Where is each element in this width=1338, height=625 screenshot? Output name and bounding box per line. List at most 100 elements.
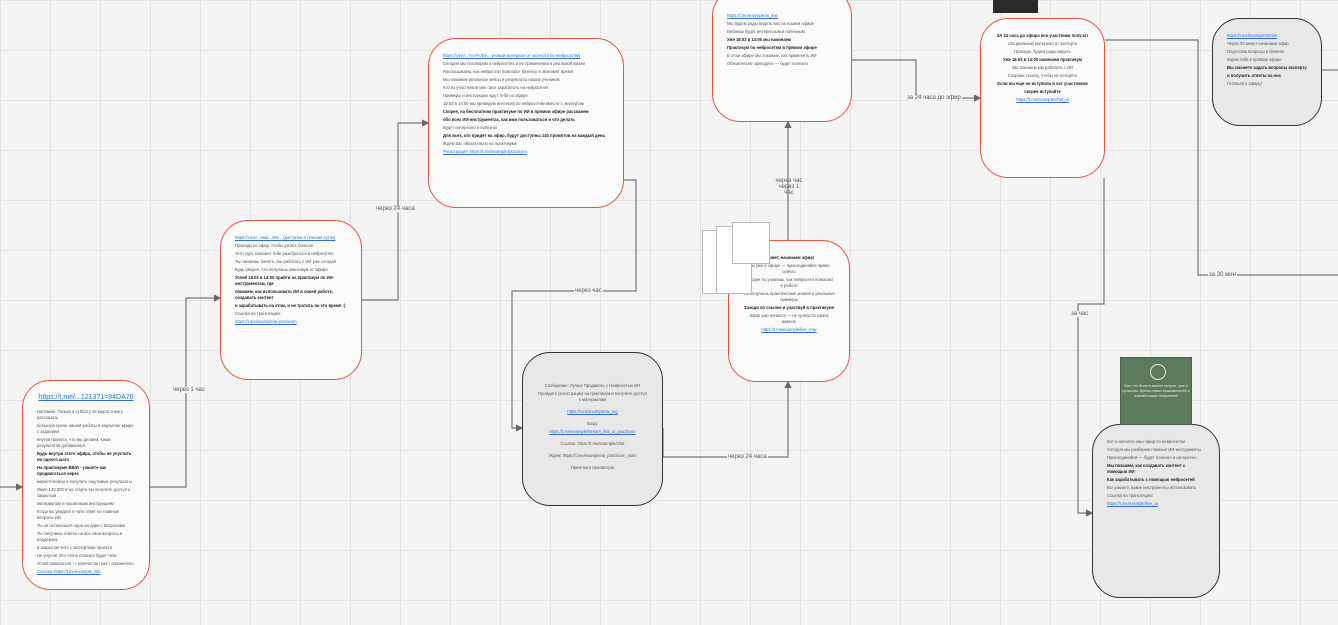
card-line: обо всех ИИ-инструментах, как ими пользо… (443, 117, 575, 122)
card-link[interactable]: Ссылка: https://t.me/example_link (37, 569, 135, 575)
card-line: маркетплейсы и получать ощутимые результ… (37, 479, 132, 484)
card-line: Сегодня мы разберем главные ИИ-инструмен… (1107, 447, 1202, 452)
card-line: большую кухню нашей работы в закрытом эф… (37, 423, 134, 434)
card-line: Мы будем рады видеть вас на нашем эфире (727, 21, 814, 26)
card-line: Вебинар будет интересным и полезным (727, 29, 805, 34)
card-line: Успей 18.03 в 14:00 прийти на практикум … (235, 275, 334, 286)
card-line: Мы покажем реальные кейсы и результаты н… (443, 77, 560, 82)
image-thumb (732, 222, 770, 264)
card-line: Будь уверен, что получишь максимум от эф… (235, 267, 328, 272)
card-line: и получить ответы на них (1227, 73, 1281, 78)
edge-label-c3-c4: через час (574, 288, 603, 294)
card-line: Скорее, на бесплатном практикуме по ИИ в… (443, 109, 589, 114)
edge-c5-c7 (852, 59, 982, 102)
flow-canvas[interactable]: через 1 час через 24 часа через час чере… (0, 0, 1338, 625)
card-line: Практикум по нейросетям в прямом эфире (727, 45, 817, 50)
card-line: В этом эфире мы покажем, как применять И… (727, 53, 817, 58)
card-line: Ссылка на трансляцию (235, 311, 281, 316)
message-card-1[interactable]: https://t.me/...1213?1=84DA76 Напомню: Т… (22, 380, 150, 590)
card-line: Через 30 минут начинаем эфир (1227, 41, 1289, 46)
card-line: внутри проекта, что мы делаем, каких рез… (37, 437, 112, 448)
card-link[interactable]: https://t.me/example/chat_ai (995, 97, 1090, 103)
attached-images-thumbnail[interactable] (702, 222, 770, 298)
message-card-3[interactable]: https://t.me/...?v=ProDe... (новый матер… (428, 38, 624, 208)
card-line: Кто из участников уже смог заработать на… (443, 85, 549, 90)
card-line: и зарабатывать на этом, и не тратить на … (235, 303, 346, 308)
edge-label-c1-c2: через 1 час (172, 387, 206, 393)
card-link[interactable]: https://t.me/example/ai_live (727, 13, 837, 19)
card-line: Не упусти! Это точно полезно будет тебе (37, 553, 117, 558)
card-link[interactable]: https://t.me/example/stream_link_ai_prac… (537, 429, 648, 435)
card-line: Вот и начался наш эфир по нейросетям (1107, 439, 1185, 444)
message-card-2[interactable]: https://t.me/...Mad...40v... (доступна в… (220, 220, 362, 380)
card-line: материалам и пошаговым инструкциям (37, 501, 114, 506)
card-line: Приходи, будем рады видеть (1014, 49, 1071, 54)
green-image-text: Все, что было в вашем отпуске, уже в про… (1122, 384, 1190, 398)
card-link[interactable]: https://t.me/example/ai_reg (537, 409, 648, 415)
card-line: Заходи по ссылке и участвуй в практикуме (743, 305, 835, 310)
card-line: Вы сможете задать вопросы эксперту (1227, 65, 1307, 70)
card-line: Мы покажем как работать с ИИ (1012, 65, 1073, 70)
card-line: Сегодня мы поговорим о нейросетях и ее п… (443, 61, 585, 66)
card-line: Будь внутри этого эфира, чтобы не упусти… (37, 451, 132, 462)
card-line: Ждём тебя в прямом эфире (1227, 57, 1282, 62)
card-link[interactable]: https://t.me/example/30min (1227, 33, 1307, 39)
card-line: Обязательно приходите — будет полезно (727, 61, 808, 66)
card-line: Приходи на эфир, чтобы узнать больше (235, 243, 314, 248)
card-link[interactable]: https://t.me/example/ai-practicum (235, 319, 347, 325)
edge-label-c7-c8: за 30 мин (1208, 272, 1237, 278)
card-line: Приятного просмотра! (570, 465, 615, 470)
card-link[interactable]: https://t.me/...Mad...40v... (доступна в… (235, 235, 347, 241)
edge-label-c7-c9: за час (1070, 311, 1090, 317)
card-line: Успей записаться — количество мест огран… (37, 561, 134, 566)
card-line: Присоединяйся — будет полезно и интересн… (1107, 455, 1197, 460)
green-quote-image[interactable]: Все, что было в вашем отпуске, уже в про… (1120, 357, 1192, 425)
message-card-9[interactable]: Вот и начался наш эфир по нейросетям Сег… (1092, 424, 1220, 598)
message-card-4[interactable]: Сообщение: Лучше Продавать с Нейросетью … (522, 352, 663, 506)
dark-image-thumbnail[interactable] (993, 0, 1038, 13)
card-line: На практикуме ВБ/И - узнаете как продвиг… (37, 465, 107, 476)
card-line: Ждём: https://t.me/example/ai_practicum_… (549, 453, 636, 458)
message-card-8[interactable]: https://t.me/example/30min Через 30 мину… (1212, 18, 1322, 126)
card-link[interactable]: https://t.me/...?v=ProDe... (новый матер… (443, 53, 609, 59)
card-line: специальный материал от эксперта (1007, 41, 1078, 46)
card-link[interactable]: https://t.me/example/live_ai (1107, 501, 1205, 507)
card-line: Вход: (587, 421, 598, 426)
card-line: Ты не останешься один на один с вопросам… (37, 523, 125, 528)
edge-label-c5-c7: за 24 часа до эфир (906, 95, 962, 101)
card-line: Ссылка: https://t.me/example/chat (560, 441, 625, 446)
card-line: Мы покажем, как создавать контент с помо… (1107, 463, 1186, 474)
card-line: Уже 18.03 в 14:00 мы начинаем (727, 37, 792, 42)
card-line: покажем, как использовать ИИ в своей раб… (235, 289, 333, 300)
card-link[interactable]: https://t.me/example/live_now (743, 327, 835, 333)
edge-label-c4-c6: через 24 часа (727, 454, 768, 460)
card-line: Ссылка на трансляцию: (1107, 493, 1154, 498)
card-line: скорее вступайте (1024, 89, 1061, 94)
card-line: Будет интересно и полезно! (443, 125, 498, 130)
card-line: Рассказываем, как нейросети помогают биз… (443, 69, 574, 74)
card-line: Когда вы увидите в чате ответ на главные… (37, 509, 119, 520)
card-line: Этот курс поможет тебе разобраться в ней… (235, 251, 334, 256)
edge-c4-c6 (662, 380, 792, 458)
card-line: Если вы еще не вступили в чат участников (997, 81, 1088, 86)
card-line: Сообщение: Лучше Продавать с Нейросетью … (544, 383, 641, 388)
card-line: Уже 18.03 в 14:00 начинаем практикум (1003, 57, 1082, 62)
card-line: Подготовь вопросы и блокнот (1227, 49, 1285, 54)
card-line: Сохрани ссылку, чтобы не потерять (1007, 73, 1078, 78)
card-line: Примеры и инструкции ждут тебя на эфире (443, 93, 528, 98)
message-card-5[interactable]: https://t.me/example/ai_live Мы будем ра… (712, 0, 852, 122)
card-line: Пройдите регистрацию на практикум и полу… (538, 391, 647, 402)
edge-label-c2-c3: через 24 часа (375, 206, 416, 212)
card-line: Как зарабатывать с помощью нейросетей (1107, 477, 1195, 482)
card-line: Для всех, кто придет на эфир, будут дост… (443, 133, 606, 138)
card-1-link[interactable]: https://t.me/...1213?1=84DA76 (37, 394, 135, 401)
card-link[interactable]: Регистрация: https://t.me/example/practi… (443, 149, 609, 155)
card-line: Напомню: Только в субботу 18 марта я мог… (37, 409, 123, 420)
card-line: в закрытом чате с экспертами проекта (37, 545, 112, 550)
message-card-7[interactable]: ЗА 24 часа до эфира все участники получа… (980, 18, 1105, 178)
card-line: Готовься к эфиру! (1227, 81, 1262, 86)
card-line: Ты сможешь понять, как работать с ИИ уже… (235, 259, 337, 264)
card-line: Имея 140 000 ₽ на старте вы получите дос… (37, 487, 130, 498)
card-line: Вы узнаете, какие инструменты использова… (1107, 485, 1197, 490)
card-line: Ждём вас обязательно на практикуме (443, 141, 517, 146)
